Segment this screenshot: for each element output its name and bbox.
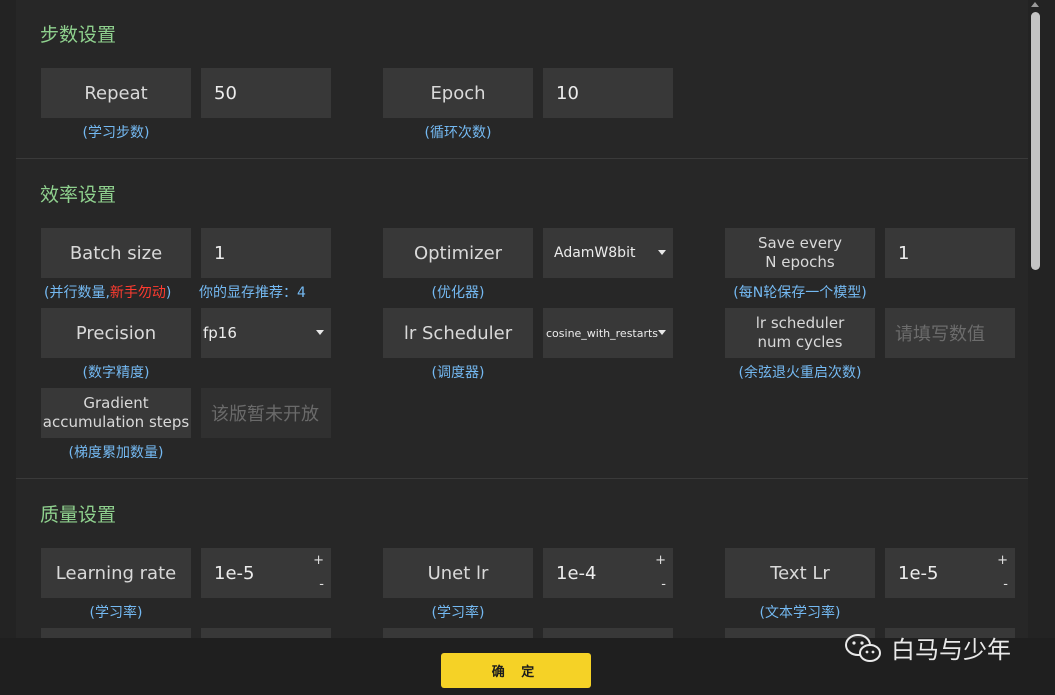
optimizer-select[interactable]: AdamW8bit: [543, 228, 673, 278]
grad-accum-label-line1: Gradient: [83, 394, 149, 412]
save-every-hint: (每N轮保存一个模型): [733, 285, 867, 301]
save-every-input[interactable]: 1: [885, 228, 1015, 278]
unet-lr-label: Unet lr: [383, 548, 533, 598]
text-lr-input[interactable]: 1e-5 + -: [885, 548, 1015, 598]
text-lr-hint: (文本学习率): [759, 605, 841, 621]
caret-down-icon: [316, 330, 324, 335]
save-every-label: Save every N epochs: [725, 228, 875, 278]
lr-cycles-input[interactable]: 请填写数值: [885, 308, 1015, 358]
scroll-up-icon[interactable]: [1031, 2, 1039, 7]
learning-rate-hint: (学习率): [89, 605, 143, 621]
next-row-input[interactable]: [543, 628, 673, 638]
section-divider: [16, 478, 1028, 479]
batch-size-input[interactable]: 1: [201, 228, 331, 278]
decrement-icon[interactable]: -: [1003, 578, 1008, 591]
vram-recommendation: 你的显存推荐：4: [199, 285, 306, 301]
save-every-label-line2: N epochs: [765, 253, 835, 271]
lr-scheduler-label: lr Scheduler: [383, 308, 533, 358]
epoch-label: Epoch: [383, 68, 533, 118]
text-lr-stepper: + -: [997, 551, 1008, 595]
batch-size-hint-suffix: ): [165, 285, 172, 301]
increment-icon[interactable]: +: [997, 554, 1008, 567]
precision-selected-value: fp16: [203, 324, 237, 342]
batch-size-label: Batch size: [41, 228, 191, 278]
precision-label: Precision: [41, 308, 191, 358]
precision-select[interactable]: fp16: [201, 308, 331, 358]
precision-hint: (数字精度): [82, 365, 150, 381]
batch-size-hint-warning: 新手勿动: [109, 285, 166, 301]
learning-rate-input[interactable]: 1e-5 + -: [201, 548, 331, 598]
grad-accum-label: Gradient accumulation steps: [41, 388, 191, 438]
next-row-input[interactable]: [201, 628, 331, 638]
save-every-label-line1: Save every: [758, 234, 842, 252]
text-lr-value: 1e-5: [898, 562, 939, 584]
decrement-icon[interactable]: -: [661, 578, 666, 591]
unet-lr-stepper: + -: [655, 551, 666, 595]
lr-cycles-label-line2: num cycles: [757, 333, 843, 351]
unet-lr-hint: (学习率): [431, 605, 485, 621]
lr-scheduler-selected-value: cosine_with_restarts: [546, 326, 659, 340]
optimizer-hint: (优化器): [431, 285, 485, 301]
increment-icon[interactable]: +: [313, 554, 324, 567]
epoch-input[interactable]: 10: [543, 68, 673, 118]
repeat-hint: (学习步数): [82, 125, 150, 141]
batch-size-hint-prefix: (并行数量,: [44, 285, 110, 301]
watermark: 白马与少年: [843, 630, 1011, 665]
section-divider: [16, 158, 1028, 159]
lr-scheduler-select[interactable]: cosine_with_restarts: [543, 308, 673, 358]
learning-rate-label: Learning rate: [41, 548, 191, 598]
text-lr-label: Text Lr: [725, 548, 875, 598]
decrement-icon[interactable]: -: [319, 578, 324, 591]
grad-accum-hint: (梯度累加数量): [68, 445, 164, 461]
next-row-label: [383, 628, 533, 638]
lr-cycles-label: lr scheduler num cycles: [725, 308, 875, 358]
grad-accum-input: 该版暂未开放: [201, 388, 331, 438]
learning-rate-value: 1e-5: [214, 562, 255, 584]
next-row-label: [41, 628, 191, 638]
scrollbar-thumb[interactable]: [1031, 12, 1040, 270]
repeat-label: Repeat: [41, 68, 191, 118]
wechat-icon: [845, 633, 881, 662]
lr-cycles-label-line1: lr scheduler: [755, 314, 845, 332]
optimizer-selected-value: AdamW8bit: [554, 245, 636, 261]
caret-down-icon: [658, 330, 666, 335]
lr-scheduler-hint: (调度器): [431, 365, 485, 381]
repeat-input[interactable]: 50: [201, 68, 331, 118]
epoch-hint: (循环次数): [424, 125, 492, 141]
optimizer-label: Optimizer: [383, 228, 533, 278]
section-title-efficiency: 效率设置: [40, 184, 117, 206]
section-title-quality: 质量设置: [40, 504, 117, 526]
confirm-button[interactable]: 确 定: [441, 653, 591, 688]
batch-size-hint: (并行数量,新手勿动): [44, 282, 171, 302]
grad-accum-label-line2: accumulation steps: [42, 413, 190, 431]
section-title-steps: 步数设置: [40, 24, 117, 46]
settings-panel: 步数设置 Repeat 50 (学习步数) Epoch 10 (循环次数) 效率…: [16, 0, 1028, 638]
increment-icon[interactable]: +: [655, 554, 666, 567]
caret-down-icon: [658, 250, 666, 255]
vertical-scrollbar[interactable]: [1028, 0, 1042, 638]
lr-cycles-hint: (余弦退火重启次数): [738, 365, 862, 381]
learning-rate-stepper: + -: [313, 551, 324, 595]
unet-lr-input[interactable]: 1e-4 + -: [543, 548, 673, 598]
unet-lr-value: 1e-4: [556, 562, 597, 584]
watermark-text: 白马与少年: [891, 636, 1011, 664]
